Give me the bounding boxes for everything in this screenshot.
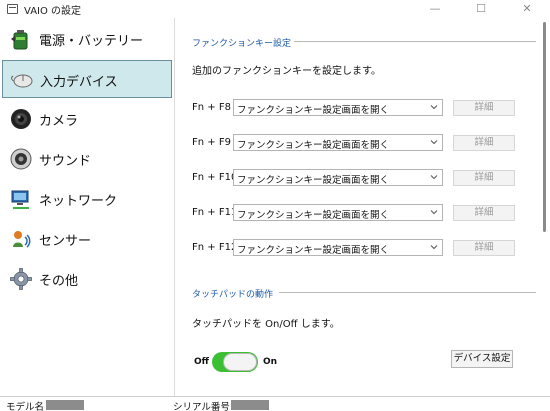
- chevron-down-icon: [430, 245, 438, 250]
- serial-number-redacted: [231, 400, 269, 410]
- sidebar-item-input-devices[interactable]: 入力デバイス: [2, 60, 172, 98]
- speaker-icon: [10, 148, 32, 170]
- toggle-knob: [223, 353, 257, 371]
- sensor-icon: [13, 231, 31, 248]
- function-keys-heading: ファンクションキー設定: [192, 39, 292, 49]
- mouse-icon: [11, 74, 33, 88]
- touchpad-description: タッチパッドを On/Off します。: [192, 319, 340, 330]
- dropdown-value: ファンクションキー設定画面を開く: [237, 105, 390, 116]
- sidebar-item-label: サウンド: [39, 154, 92, 169]
- network-icon: [11, 190, 29, 209]
- sidebar-item-other[interactable]: その他: [2, 260, 172, 298]
- sidebar-item-label: カメラ: [39, 114, 79, 129]
- sidebar-item-label: その他: [39, 274, 79, 289]
- sidebar-item-network[interactable]: ネットワーク: [2, 180, 172, 218]
- sidebar-item-sound[interactable]: サウンド: [2, 140, 172, 178]
- fn-key-label: Fn + F12: [192, 242, 238, 253]
- dropdown-value: ファンクションキー設定画面を開く: [237, 210, 390, 221]
- dropdown-value: ファンクションキー設定画面を開く: [237, 140, 390, 151]
- fn-f8-detail-button[interactable]: 詳細: [453, 100, 515, 116]
- status-bar: モデル名 シリアル番号: [0, 396, 550, 411]
- scrollbar[interactable]: [538, 18, 550, 396]
- serial-number-label: シリアル番号: [173, 402, 230, 411]
- scrollbar-thumb[interactable]: [543, 22, 546, 232]
- chevron-down-icon: [430, 140, 438, 145]
- fn-f11-dropdown[interactable]: ファンクションキー設定画面を開く: [233, 204, 443, 221]
- section-divider: [279, 292, 536, 293]
- window-title: VAIO の設定: [24, 6, 82, 17]
- function-keys-description: 追加のファンクションキーを設定します。: [192, 66, 381, 77]
- fn-key-label: Fn + F8: [192, 102, 231, 113]
- camera-icon: [11, 109, 31, 129]
- maximize-button[interactable]: ☐: [458, 0, 504, 18]
- app-window-icon: [7, 4, 18, 14]
- sidebar-item-label: 入力デバイス: [40, 75, 118, 90]
- fn-f9-detail-button[interactable]: 詳細: [453, 135, 515, 151]
- gear-icon: [10, 268, 32, 290]
- chevron-down-icon: [430, 210, 438, 215]
- touchpad-heading: タッチパッドの動作: [192, 290, 274, 300]
- chevron-down-icon: [430, 175, 438, 180]
- fn-f9-dropdown[interactable]: ファンクションキー設定画面を開く: [233, 134, 443, 151]
- minimize-button[interactable]: —: [412, 0, 458, 18]
- fn-key-label: Fn + F11: [192, 207, 238, 218]
- title-bar: VAIO の設定 — ☐ ✕: [0, 0, 550, 18]
- fn-f12-detail-button[interactable]: 詳細: [453, 240, 515, 256]
- fn-f11-detail-button[interactable]: 詳細: [453, 205, 515, 221]
- chevron-down-icon: [430, 105, 438, 110]
- touchpad-toggle[interactable]: [212, 352, 258, 372]
- fn-f10-detail-button[interactable]: 詳細: [453, 170, 515, 186]
- toggle-off-label: Off: [194, 357, 209, 367]
- fn-key-label: Fn + F10: [192, 172, 238, 183]
- section-divider: [294, 41, 536, 42]
- fn-key-label: Fn + F9: [192, 137, 231, 148]
- fn-f8-dropdown[interactable]: ファンクションキー設定画面を開く: [233, 99, 443, 116]
- fn-f10-dropdown[interactable]: ファンクションキー設定画面を開く: [233, 169, 443, 186]
- fn-f12-dropdown[interactable]: ファンクションキー設定画面を開く: [233, 239, 443, 256]
- settings-panel: ファンクションキー設定 追加のファンクションキーを設定します。 Fn + F8 …: [176, 18, 538, 396]
- sidebar-item-label: ネットワーク: [39, 194, 118, 209]
- battery-icon: [11, 30, 28, 50]
- dropdown-value: ファンクションキー設定画面を開く: [237, 175, 390, 186]
- sidebar-item-label: 電源・バッテリー: [39, 34, 144, 49]
- dropdown-value: ファンクションキー設定画面を開く: [237, 245, 390, 256]
- close-button[interactable]: ✕: [504, 0, 550, 18]
- sidebar-item-power-battery[interactable]: 電源・バッテリー: [2, 20, 172, 58]
- sidebar-item-camera[interactable]: カメラ: [2, 100, 172, 138]
- device-settings-button[interactable]: デバイス設定: [451, 350, 513, 368]
- model-name-redacted: [46, 400, 84, 410]
- model-name-label: モデル名: [6, 402, 45, 411]
- sidebar-item-label: センサー: [39, 234, 92, 249]
- sidebar: 電源・バッテリー 入力デバイス カメラ サウンド ネットワーク センサー その他: [0, 18, 175, 396]
- toggle-on-label: On: [263, 357, 278, 367]
- sidebar-item-sensor[interactable]: センサー: [2, 220, 172, 258]
